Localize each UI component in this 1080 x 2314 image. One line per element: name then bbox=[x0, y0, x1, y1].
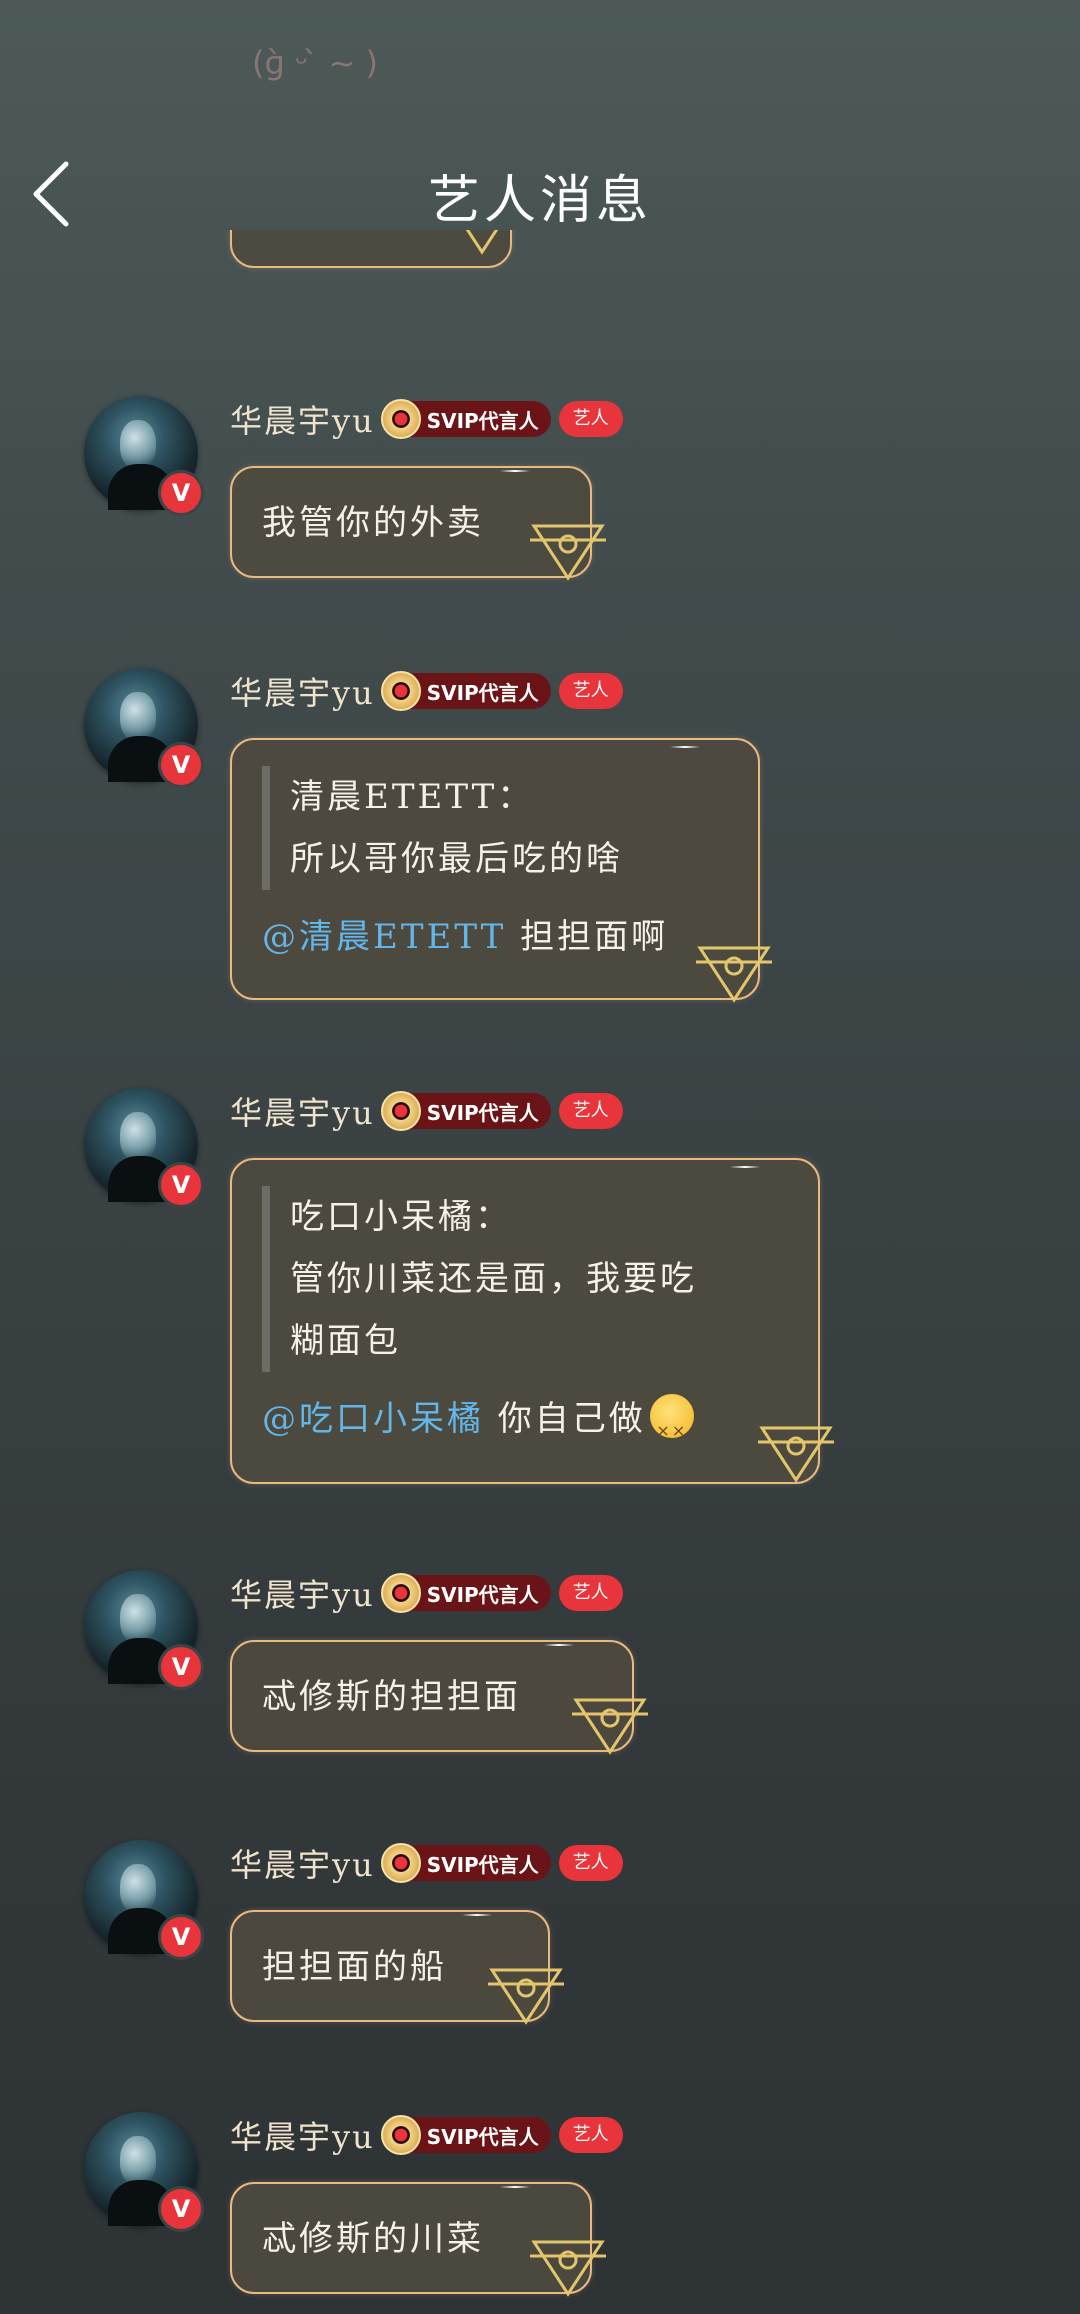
username[interactable]: 华晨宇yu bbox=[230, 396, 375, 442]
sparkle bbox=[500, 470, 530, 472]
dizzy-face-emoji-icon bbox=[649, 1394, 694, 1464]
reply-text: @清晨ETETT 担担面啊 bbox=[262, 904, 728, 970]
message-text: 忒修斯的担担面 bbox=[262, 1677, 521, 1717]
message-meta: 华晨宇yu SVIP代言人 艺人 bbox=[230, 1088, 623, 1134]
quoted-message: 清晨ETETT： 所以哥你最后吃的啥 bbox=[262, 766, 728, 890]
record-icon bbox=[380, 1091, 421, 1131]
sparkle bbox=[462, 1914, 492, 1916]
page-title: 艺人消息 bbox=[427, 171, 652, 231]
artist-badge: 艺人 bbox=[558, 1093, 623, 1129]
svip-badge: SVIP代言人 bbox=[380, 671, 551, 711]
record-icon bbox=[380, 399, 421, 439]
message-meta: 华晨宇yu SVIP代言人 艺人 bbox=[230, 396, 623, 442]
verified-badge: V bbox=[158, 1162, 204, 1208]
message-text: 忒修斯的川菜 bbox=[262, 2219, 484, 2259]
artist-badge: 艺人 bbox=[558, 2117, 623, 2153]
quote-line: 所以哥你最后吃的啥 bbox=[290, 839, 623, 879]
svip-badge: SVIP代言人 bbox=[380, 399, 551, 439]
verified-badge: V bbox=[158, 1644, 204, 1690]
username[interactable]: 华晨宇yu bbox=[230, 1088, 375, 1134]
artist-badge: 艺人 bbox=[558, 1845, 623, 1881]
reply-body: 你自己做 bbox=[484, 1399, 646, 1439]
message-list[interactable]: 我管川菜 V 华晨宇yu SVIP代言人 艺人 我管你的外卖 V 华晨 bbox=[0, 230, 1080, 2314]
triangle-ornament-icon bbox=[530, 2240, 606, 2297]
triangle-ornament-icon bbox=[572, 1698, 648, 1755]
verified-badge: V bbox=[158, 2186, 204, 2232]
verified-badge: V bbox=[158, 470, 204, 516]
record-icon bbox=[380, 1843, 421, 1883]
reply-body: 担担面啊 bbox=[506, 917, 669, 957]
triangle-ornament-icon bbox=[530, 524, 606, 581]
message-meta: 华晨宇yu SVIP代言人 艺人 bbox=[230, 668, 623, 714]
message-meta: 华晨宇yu SVIP代言人 艺人 bbox=[230, 1840, 623, 1886]
triangle-ornament-icon bbox=[488, 1968, 564, 2025]
username[interactable]: 华晨宇yu bbox=[230, 2112, 375, 2158]
quoted-message: 吃口小呆橘： 管你川菜还是面，我要吃 糊面包 bbox=[262, 1186, 788, 1372]
artist-badge: 艺人 bbox=[558, 673, 623, 709]
svip-badge: SVIP代言人 bbox=[380, 1573, 551, 1613]
record-icon bbox=[380, 2115, 421, 2155]
status-hint-text: (ɡ̀ ᵕ ̀ ~ ) bbox=[252, 44, 379, 82]
message-bubble[interactable]: 清晨ETETT： 所以哥你最后吃的啥 @清晨ETETT 担担面啊 bbox=[230, 738, 760, 1000]
verified-badge: V bbox=[158, 742, 204, 788]
sparkle bbox=[500, 2186, 530, 2188]
username[interactable]: 华晨宇yu bbox=[230, 668, 375, 714]
sparkle bbox=[730, 1166, 760, 1168]
message-meta: 华晨宇yu SVIP代言人 艺人 bbox=[230, 1570, 623, 1616]
message-text: 我管你的外卖 bbox=[262, 503, 484, 543]
triangle-ornament-icon bbox=[758, 1426, 834, 1483]
message-bubble[interactable]: 吃口小呆橘： 管你川菜还是面，我要吃 糊面包 @吃口小呆橘 你自己做 bbox=[230, 1158, 820, 1484]
triangle-ornament-icon bbox=[696, 946, 772, 1003]
artist-badge: 艺人 bbox=[558, 401, 623, 437]
quote-line: 清晨ETETT： bbox=[290, 777, 535, 817]
message-meta: 华晨宇yu SVIP代言人 艺人 bbox=[230, 2112, 623, 2158]
verified-badge: V bbox=[158, 1914, 204, 1960]
mention-link[interactable]: @吃口小呆橘 bbox=[262, 1399, 484, 1439]
reply-text: @吃口小呆橘 你自己做 bbox=[262, 1386, 788, 1464]
username[interactable]: 华晨宇yu bbox=[230, 1840, 375, 1886]
sparkle bbox=[670, 746, 700, 748]
quote-line: 管你川菜还是面，我要吃 bbox=[290, 1259, 697, 1299]
record-icon bbox=[380, 1573, 421, 1613]
sparkle bbox=[544, 1644, 574, 1646]
quote-line: 糊面包 bbox=[290, 1321, 401, 1361]
svip-badge: SVIP代言人 bbox=[380, 1091, 551, 1131]
username[interactable]: 华晨宇yu bbox=[230, 1570, 375, 1616]
svip-badge: SVIP代言人 bbox=[380, 1843, 551, 1883]
mention-link[interactable]: @清晨ETETT bbox=[262, 917, 506, 957]
message-text: 担担面的船 bbox=[262, 1947, 447, 1987]
artist-badge: 艺人 bbox=[558, 1575, 623, 1611]
triangle-ornament-icon bbox=[465, 230, 499, 255]
quote-line: 吃口小呆橘： bbox=[290, 1197, 512, 1237]
record-icon bbox=[380, 671, 421, 711]
svip-badge: SVIP代言人 bbox=[380, 2115, 551, 2155]
